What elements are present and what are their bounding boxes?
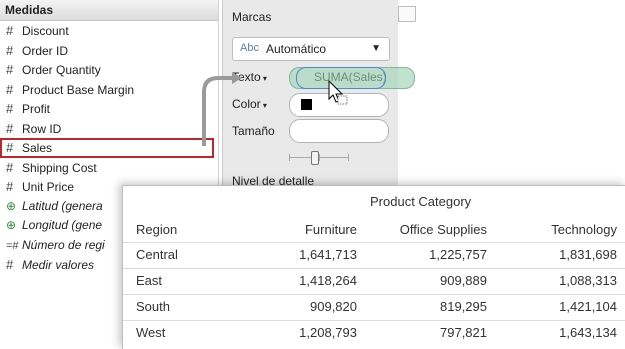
row-divider [123,320,625,321]
hash-icon: # [6,120,14,136]
chevron-down-icon: ▼ [371,43,381,54]
table-cell: 909,889 [440,273,487,288]
measure-product-base-margin[interactable]: # Product Base Margin [0,80,218,100]
measure-label: Row ID [22,121,62,136]
table-cell: 1,421,104 [559,299,617,314]
abc-icon: Abc [240,42,259,54]
table-cell: 819,295 [440,299,487,314]
measure-label: Discount [22,24,69,38]
color-swatch [301,99,312,110]
calculated-hash-icon: =# [6,239,19,252]
measure-shipping-cost[interactable]: # Shipping Cost [0,158,218,178]
table-cell: 909,820 [310,299,357,314]
table-cell: 1,418,264 [299,273,357,288]
hash-icon: # [6,257,14,272]
globe-icon: ⊕ [6,198,17,213]
hash-icon: # [6,42,14,58]
drag-path-arrow [202,72,242,146]
panel-scroll-button[interactable] [398,6,416,22]
row-header-region: West [136,325,166,340]
measure-sales[interactable]: # Sales [0,138,214,158]
measure-label: Shipping Cost [22,160,97,175]
mark-type-dropdown[interactable]: Abc Automático ▼ [232,37,390,61]
hash-icon: # [6,81,14,97]
measure-row-id[interactable]: # Row ID [0,119,218,139]
measure-order-id[interactable]: # Order ID [0,41,218,61]
measure-label: Latitud (genera [22,198,103,213]
column-header-office-supplies: Office Supplies [399,222,487,237]
measure-discount[interactable]: # Discount [0,21,218,41]
measure-order-quantity[interactable]: # Order Quantity [0,60,218,80]
hash-icon: # [6,23,14,38]
size-shelf[interactable] [289,119,389,143]
measure-label: Product Base Margin [22,82,135,97]
slider-tick [289,154,290,161]
hash-icon: # [6,62,14,77]
row-header-region: Central [136,247,178,262]
hash-icon: # [6,101,14,116]
column-header-technology: Technology [551,222,617,237]
column-header-furniture: Furniture [304,222,357,237]
header-divider [123,242,625,243]
row-dimension-header: Region [136,222,178,237]
slider-tick [319,154,320,161]
row-header-region: South [136,299,170,314]
hash-icon: # [6,179,14,194]
slider-tick [348,154,349,161]
measure-label: Longitud (gene [22,218,103,232]
table-cell: 1,225,757 [429,247,487,262]
column-group-header: Product Category [370,194,472,209]
marcas-title: Marcas [232,10,272,24]
crosstab-view: Product Category Region Furniture Office… [122,185,625,349]
row-header-region: East [136,273,163,288]
table-cell: 1,641,713 [299,247,357,262]
measure-label: Order Quantity [22,63,101,77]
row-divider [123,294,625,295]
globe-icon: ⊕ [6,218,17,232]
measure-label: Medir valores [22,258,95,272]
table-cell: 1,831,698 [559,247,617,262]
hash-icon: # [6,140,14,155]
table-cell: 797,821 [440,325,487,340]
measure-label: Sales [22,141,53,155]
hash-icon: # [6,159,14,175]
measure-label: Unit Price [22,180,75,194]
table-cell: 1,643,134 [559,325,617,340]
slider-thumb[interactable] [311,151,319,165]
medidas-header: Medidas [0,0,218,21]
measure-profit[interactable]: # Profit [0,99,218,119]
row-divider [123,268,625,269]
mark-type-value: Automático [266,42,327,56]
measure-label: Order ID [22,43,69,58]
table-cell: 1,208,793 [299,325,357,340]
measure-label: Profit [22,102,51,116]
mouse-pointer-icon [328,80,348,105]
measure-label: Número de regi [22,237,105,252]
size-slider[interactable] [289,151,349,165]
table-cell: 1,088,313 [559,273,617,288]
